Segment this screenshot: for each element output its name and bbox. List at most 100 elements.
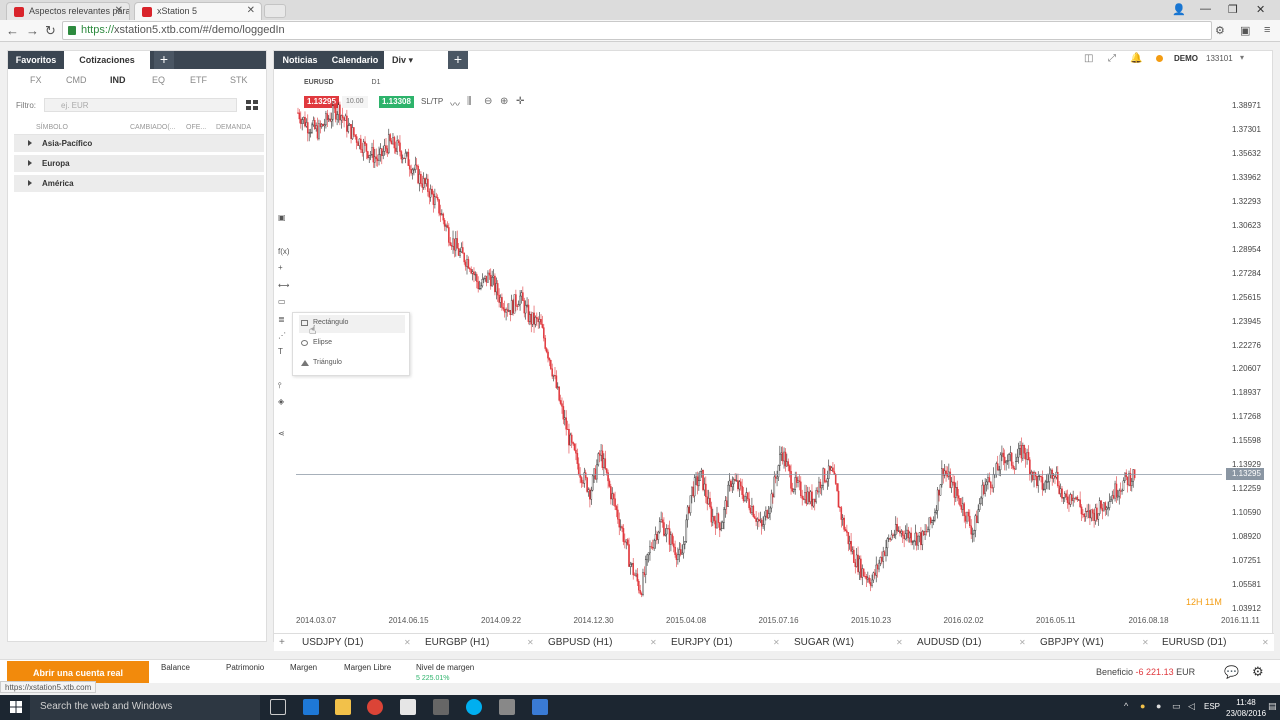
bell-icon[interactable]: 🔔 xyxy=(1130,53,1142,64)
price-chart[interactable] xyxy=(296,101,1222,617)
shapes-tool-icon[interactable]: ▭ xyxy=(278,297,286,306)
close-icon[interactable]: ✕ xyxy=(1019,638,1026,647)
battery-icon[interactable]: ▭ xyxy=(1172,701,1181,712)
category-etf[interactable]: ETF xyxy=(190,75,207,85)
menu-icon[interactable]: ≡ xyxy=(1264,24,1270,36)
column-ask[interactable]: DEMANDA xyxy=(216,124,251,131)
region-row[interactable]: Europa xyxy=(14,155,264,173)
candle-body xyxy=(1072,497,1074,501)
tab-noticias[interactable]: Noticias xyxy=(274,51,326,69)
close-icon[interactable]: ✕ xyxy=(650,638,657,647)
task-view-icon[interactable] xyxy=(270,699,286,715)
add-panel-button[interactable]: + xyxy=(154,51,174,69)
fullscreen-icon[interactable]: ⤢ xyxy=(1108,53,1116,64)
close-icon[interactable]: ✕ xyxy=(1262,638,1269,647)
chart-tab[interactable]: AUDUSD (D1) xyxy=(917,637,981,648)
taskbar-search[interactable]: Search the web and Windows xyxy=(30,695,260,720)
browser-tab-active[interactable]: xStation 5 ✕ xyxy=(134,2,262,20)
extension-icon[interactable]: ▣ xyxy=(1240,24,1250,37)
category-eq[interactable]: EQ xyxy=(152,75,165,85)
category-stk[interactable]: STK xyxy=(230,75,248,85)
column-bid[interactable]: OFE... xyxy=(186,124,206,131)
chart-tab-active[interactable]: EURUSD (D1) xyxy=(1162,637,1226,648)
layers-icon[interactable]: ◈ xyxy=(278,397,284,406)
magnet-icon[interactable]: ⫯ xyxy=(278,381,281,391)
menu-item-triangle[interactable]: Triángulo xyxy=(299,355,405,373)
app-icon[interactable] xyxy=(499,699,515,715)
crosshair-tool-icon[interactable]: + xyxy=(278,263,283,272)
maximize-icon[interactable]: ❐ xyxy=(1228,3,1238,16)
chart-tab[interactable]: GBPUSD (H1) xyxy=(548,637,612,648)
close-icon[interactable]: ✕ xyxy=(404,638,411,647)
explorer-icon[interactable] xyxy=(335,699,351,715)
store-icon[interactable] xyxy=(400,699,416,715)
tab-cotizaciones[interactable]: Cotizaciones xyxy=(64,51,150,69)
region-row[interactable]: Asia-Pacífico xyxy=(14,135,264,153)
back-icon[interactable]: ← xyxy=(6,23,19,38)
skype-icon[interactable] xyxy=(466,699,482,715)
category-cmd[interactable]: CMD xyxy=(66,75,87,85)
grid-view-icon[interactable] xyxy=(246,100,258,110)
tray-app-icon[interactable]: ● xyxy=(1156,701,1161,711)
media-icon[interactable] xyxy=(433,699,449,715)
tab-div[interactable]: Div ▾ xyxy=(384,51,446,69)
minimize-icon[interactable]: — xyxy=(1200,3,1211,15)
layout-icon[interactable]: ◫ xyxy=(1084,53,1093,64)
tab-calendario[interactable]: Calendario xyxy=(326,51,384,69)
taskbar-clock[interactable]: 11:48 23/08/2016 xyxy=(1226,697,1266,719)
candle-body xyxy=(830,467,833,471)
extension-icon[interactable]: ⚙ xyxy=(1215,24,1225,37)
fibonacci-tool-icon[interactable]: ≣ xyxy=(278,315,285,324)
chat-icon[interactable]: 💬 xyxy=(1224,665,1239,679)
chart-type-icon[interactable]: ▣ xyxy=(278,213,286,222)
menu-item-ellipse[interactable]: Elipse xyxy=(299,335,405,353)
reload-icon[interactable]: ↻ xyxy=(45,23,56,39)
chart-tab[interactable]: EURJPY (D1) xyxy=(671,637,733,648)
edge-icon[interactable] xyxy=(303,699,319,715)
close-window-icon[interactable]: ✕ xyxy=(1256,3,1265,16)
chrome-icon[interactable] xyxy=(367,699,383,715)
account-number[interactable]: 133101 xyxy=(1206,54,1233,63)
language-indicator[interactable]: ESP xyxy=(1204,702,1220,711)
close-icon[interactable]: ✕ xyxy=(1142,638,1149,647)
app-icon[interactable] xyxy=(532,699,548,715)
tray-chevron-icon[interactable]: ^ xyxy=(1124,701,1128,711)
chart-tab[interactable]: GBPJPY (W1) xyxy=(1040,637,1104,648)
open-real-account-button[interactable]: Abrir una cuenta real xyxy=(7,661,149,683)
chevron-down-icon[interactable]: ▾ xyxy=(1240,53,1244,62)
chart-timeframe[interactable]: D1 xyxy=(372,79,381,86)
settings-gear-icon[interactable]: ⚙ xyxy=(1252,664,1264,680)
close-icon[interactable]: ✕ xyxy=(773,638,780,647)
close-icon[interactable]: ✕ xyxy=(527,638,534,647)
chart-symbol[interactable]: EURUSD xyxy=(304,79,334,86)
pitchfork-tool-icon[interactable]: ⋰ xyxy=(278,331,286,340)
volume-icon[interactable]: ◁ xyxy=(1188,701,1195,712)
column-symbol[interactable]: SÍMBOLO xyxy=(36,124,68,131)
share-icon[interactable]: ⋖ xyxy=(278,429,285,438)
forward-icon[interactable]: → xyxy=(26,23,39,38)
indicators-icon[interactable]: f(x) xyxy=(278,247,290,256)
column-change[interactable]: CAMBIADO(... xyxy=(130,124,176,131)
region-row[interactable]: América xyxy=(14,175,264,193)
chart-tab[interactable]: SUGAR (W1) xyxy=(794,637,854,648)
category-ind[interactable]: IND xyxy=(110,75,126,85)
line-tool-icon[interactable]: ⟷ xyxy=(278,281,289,290)
profile-icon[interactable]: 👤 xyxy=(1172,3,1186,16)
close-tab-icon[interactable]: ✕ xyxy=(115,5,123,16)
windows-start-icon[interactable] xyxy=(10,701,22,713)
filter-input[interactable]: ej. EUR xyxy=(44,98,237,112)
chart-tab[interactable]: USDJPY (D1) xyxy=(302,637,364,648)
notifications-icon[interactable]: ▤ xyxy=(1268,701,1277,712)
browser-tab[interactable]: Aspectos relevantes para ✕ xyxy=(6,2,130,20)
add-chart-icon[interactable]: + xyxy=(279,637,285,648)
close-tab-icon[interactable]: ✕ xyxy=(247,5,255,16)
text-tool-icon[interactable]: T xyxy=(278,347,283,356)
address-bar[interactable]: https://xstation5.xtb.com/#/demo/loggedI… xyxy=(62,21,1212,40)
tab-favoritos[interactable]: Favoritos xyxy=(8,51,64,69)
new-tab-button[interactable] xyxy=(264,4,286,18)
add-tab-button[interactable]: + xyxy=(448,51,468,69)
category-fx[interactable]: FX xyxy=(30,75,42,85)
chart-tab[interactable]: EURGBP (H1) xyxy=(425,637,489,648)
close-icon[interactable]: ✕ xyxy=(896,638,903,647)
tray-app-icon[interactable]: ● xyxy=(1140,701,1145,711)
